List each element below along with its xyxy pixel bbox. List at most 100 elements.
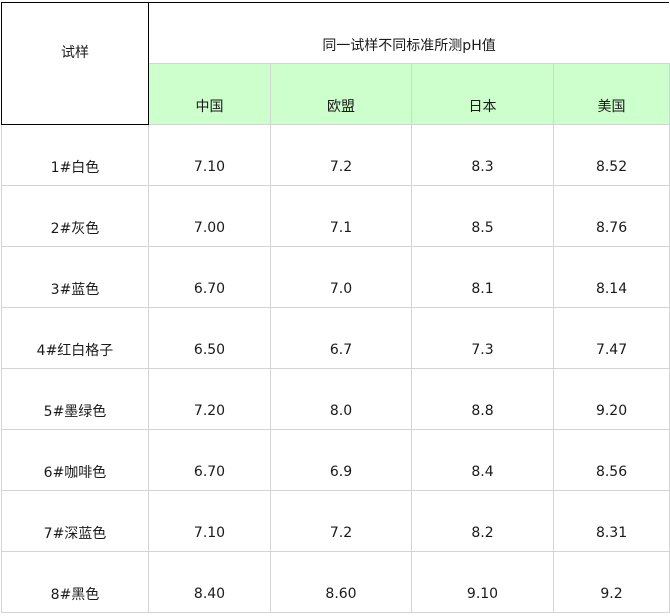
ph-value-cell-china[interactable]: 6.70 [148, 246, 271, 308]
ph-value-cell-japan[interactable]: 8.8 [411, 368, 554, 430]
sample-name-cell[interactable]: 2#灰色 [1, 185, 149, 247]
sample-name: 7#深蓝色 [43, 526, 107, 542]
ph-value: 9.2 [600, 586, 623, 602]
ph-value: 8.14 [595, 281, 628, 297]
ph-value: 8.2 [471, 525, 494, 541]
standard-label: 中国 [195, 99, 224, 115]
ph-value-cell-eu[interactable]: 7.2 [270, 490, 412, 552]
ph-value-cell-japan[interactable]: 8.5 [411, 185, 554, 247]
ph-value: 6.7 [329, 342, 353, 358]
ph-value-cell-china[interactable]: 6.70 [148, 429, 271, 491]
ph-value: 6.70 [193, 464, 226, 480]
sample-name-cell[interactable]: 4#红白格子 [1, 307, 149, 369]
ph-value-cell-china[interactable]: 6.50 [148, 307, 271, 369]
group-header-label: 同一试样不同标准所测pH值 [322, 38, 496, 54]
ph-value: 8.52 [595, 159, 628, 175]
ph-value-cell-usa[interactable]: 8.76 [552, 185, 670, 247]
ph-value: 8.31 [595, 525, 628, 541]
standard-header-china[interactable]: 中国 [148, 63, 271, 125]
ph-value: 7.1 [329, 220, 353, 236]
ph-value: 8.5 [471, 220, 494, 236]
ph-value: 7.3 [471, 342, 494, 358]
standard-label: 美国 [597, 99, 626, 115]
table-row: 6#咖啡色 6.70 6.9 8.4 8.56 [1, 429, 670, 491]
ph-value-cell-japan[interactable]: 8.4 [411, 429, 554, 491]
ph-value: 8.76 [595, 220, 628, 236]
ph-value: 8.0 [329, 403, 353, 419]
ph-value-cell-usa[interactable]: 9.2 [552, 551, 670, 613]
sample-name: 1#白色 [50, 160, 100, 176]
ph-value-cell-usa[interactable]: 9.20 [552, 368, 670, 430]
sample-name: 3#蓝色 [50, 282, 100, 298]
sample-name: 5#墨绿色 [43, 404, 107, 420]
ph-value-cell-china[interactable]: 7.10 [148, 490, 271, 552]
ph-value: 7.47 [595, 342, 628, 358]
standard-label: 欧盟 [327, 99, 355, 115]
ph-value-cell-china[interactable]: 7.20 [148, 368, 271, 430]
standard-header-japan[interactable]: 日本 [411, 63, 554, 125]
ph-value-cell-china[interactable]: 8.40 [148, 551, 271, 613]
ph-value: 8.40 [193, 586, 226, 602]
ph-value-cell-japan[interactable]: 8.3 [411, 124, 554, 186]
table-row: 7#深蓝色 7.10 7.2 8.2 8.31 [1, 490, 670, 552]
ph-value-cell-eu[interactable]: 7.0 [270, 246, 412, 308]
ph-value: 7.0 [329, 281, 353, 297]
ph-comparison-table: 试样 同一试样不同标准所测pH值 中国 欧盟 日本 美国 1#白色 7.10 7… [1, 2, 670, 613]
ph-value-cell-usa[interactable]: 8.56 [552, 429, 670, 491]
ph-value-cell-japan[interactable]: 8.2 [411, 490, 554, 552]
ph-value-cell-eu[interactable]: 6.7 [270, 307, 412, 369]
standard-header-usa[interactable]: 美国 [552, 63, 670, 125]
ph-value: 8.8 [471, 403, 494, 419]
sample-name: 4#红白格子 [36, 343, 114, 359]
ph-value-cell-eu[interactable]: 6.9 [270, 429, 412, 491]
ph-value-cell-usa[interactable]: 8.31 [552, 490, 670, 552]
ph-value: 6.50 [193, 342, 226, 358]
ph-value: 7.00 [193, 220, 226, 236]
ph-value: 9.10 [466, 586, 499, 602]
ph-value-cell-china[interactable]: 7.10 [148, 124, 271, 186]
group-header-cell[interactable]: 同一试样不同标准所测pH值 [147, 2, 670, 64]
table-row: 3#蓝色 6.70 7.0 8.1 8.14 [1, 246, 670, 308]
table-row: 1#白色 7.10 7.2 8.3 8.52 [1, 124, 670, 186]
standard-header-eu[interactable]: 欧盟 [270, 63, 412, 125]
ph-value: 7.20 [193, 403, 226, 419]
sample-name-cell[interactable]: 5#墨绿色 [1, 368, 149, 430]
sample-name-cell[interactable]: 1#白色 [1, 124, 149, 186]
sample-name: 8#黑色 [50, 587, 100, 603]
table-row: 4#红白格子 6.50 6.7 7.3 7.47 [1, 307, 670, 369]
ph-value: 6.70 [193, 281, 226, 297]
ph-value: 9.20 [595, 403, 628, 419]
sample-name-cell[interactable]: 3#蓝色 [1, 246, 149, 308]
ph-value-cell-usa[interactable]: 8.52 [552, 124, 670, 186]
ph-value-cell-usa[interactable]: 8.14 [552, 246, 670, 308]
ph-value: 7.2 [329, 525, 353, 541]
sample-name-cell[interactable]: 8#黑色 [1, 551, 149, 613]
ph-value: 7.10 [193, 525, 226, 541]
ph-value-cell-japan[interactable]: 9.10 [411, 551, 554, 613]
ph-value-cell-china[interactable]: 7.00 [148, 185, 271, 247]
ph-value-cell-usa[interactable]: 7.47 [552, 307, 670, 369]
table-row: 8#黑色 8.40 8.60 9.10 9.2 [1, 551, 670, 613]
ph-value: 7.10 [193, 159, 226, 175]
ph-value-cell-eu[interactable]: 8.60 [270, 551, 412, 613]
sample-header-label: 试样 [61, 44, 89, 61]
standard-label: 日本 [468, 99, 497, 115]
spreadsheet-sheet: 试样 同一试样不同标准所测pH值 中国 欧盟 日本 美国 1#白色 7.10 7… [0, 0, 670, 616]
ph-value: 6.9 [329, 464, 353, 480]
ph-value: 8.1 [471, 281, 494, 297]
ph-value-cell-eu[interactable]: 7.1 [270, 185, 412, 247]
ph-value-cell-japan[interactable]: 8.1 [411, 246, 554, 308]
ph-value-cell-eu[interactable]: 8.0 [270, 368, 412, 430]
ph-value: 8.4 [471, 464, 494, 480]
ph-value-cell-eu[interactable]: 7.2 [270, 124, 412, 186]
sample-name-cell[interactable]: 6#咖啡色 [1, 429, 149, 491]
ph-value-cell-japan[interactable]: 7.3 [411, 307, 554, 369]
header-row-1: 试样 同一试样不同标准所测pH值 [1, 2, 670, 125]
ph-value: 7.2 [329, 159, 353, 175]
table-row: 2#灰色 7.00 7.1 8.5 8.76 [1, 185, 670, 247]
sample-name-cell[interactable]: 7#深蓝色 [1, 490, 149, 552]
ph-value: 8.3 [471, 159, 494, 175]
ph-value: 8.56 [595, 464, 628, 480]
sample-header-cell[interactable]: 试样 [1, 2, 149, 125]
sample-name: 2#灰色 [50, 221, 100, 237]
